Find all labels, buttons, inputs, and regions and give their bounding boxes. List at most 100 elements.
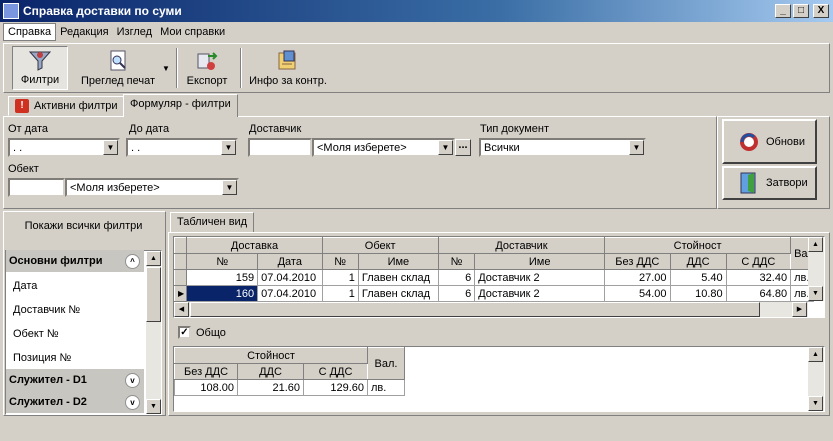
filter-group-employee-d2[interactable]: Служител - D2 v bbox=[6, 391, 144, 413]
scroll-down-icon[interactable]: ▼ bbox=[146, 399, 161, 414]
cell-gross[interactable]: 64.80 bbox=[725, 285, 792, 302]
column-header-gross[interactable]: С ДДС bbox=[725, 253, 792, 270]
totals-group-value: Стойност bbox=[174, 347, 369, 364]
minimize-button[interactable]: _ bbox=[775, 4, 791, 18]
tab-table-view[interactable]: Табличен вид bbox=[170, 212, 255, 233]
cell-object-no[interactable]: 1 bbox=[321, 269, 359, 286]
table-row[interactable]: ▶ 160 07.04.2010 1 Главен склад 6 Достав… bbox=[174, 285, 814, 302]
refresh-button[interactable]: Обнови bbox=[722, 119, 817, 164]
total-net: 108.00 bbox=[174, 379, 238, 396]
cell-object-name[interactable]: Главен склад bbox=[357, 269, 439, 286]
scroll-up-icon[interactable]: ▲ bbox=[146, 251, 161, 266]
close-button[interactable]: Затвори bbox=[722, 166, 817, 200]
cell-supplier-no[interactable]: 6 bbox=[437, 269, 476, 286]
object-select[interactable]: <Моля изберете> ▼ bbox=[65, 178, 239, 197]
chevron-down-icon[interactable]: v bbox=[125, 394, 140, 410]
cell-vat[interactable]: 5.40 bbox=[669, 269, 727, 286]
scroll-right-icon[interactable]: ▶ bbox=[792, 302, 807, 317]
column-header-delivery-no[interactable]: № bbox=[186, 253, 259, 270]
to-date-field[interactable]: . . ▼ bbox=[126, 138, 238, 157]
column-header-vat[interactable]: ДДС bbox=[669, 253, 727, 270]
column-header-net[interactable]: Без ДДС bbox=[604, 253, 671, 270]
title-bar: Справка доставки по суми _ □ X bbox=[0, 0, 833, 22]
object-number-input[interactable] bbox=[8, 178, 65, 197]
chevron-down-icon[interactable]: ▼ bbox=[221, 140, 236, 155]
export-button[interactable]: Експорт bbox=[182, 46, 232, 90]
column-header-object-no[interactable]: № bbox=[321, 253, 359, 270]
cell-net[interactable]: 54.00 bbox=[604, 285, 671, 302]
menu-view[interactable]: Изглед bbox=[113, 24, 156, 40]
maximize-button[interactable]: □ bbox=[793, 4, 809, 18]
control-info-button[interactable]: Инфо за контр. bbox=[246, 46, 330, 90]
menu-report[interactable]: Справка bbox=[3, 22, 57, 41]
cell-date[interactable]: 07.04.2010 bbox=[257, 269, 323, 286]
alert-icon: ! bbox=[15, 99, 29, 113]
row-indicator-current[interactable]: ▶ bbox=[174, 285, 188, 302]
data-grid-table: Доставка Обект Доставчик Стойност Вал. №… bbox=[174, 237, 814, 302]
toolbar-separator bbox=[240, 48, 242, 88]
scroll-up-icon[interactable]: ▲ bbox=[808, 237, 823, 252]
cell-object-no[interactable]: 1 bbox=[321, 285, 359, 302]
total-checkbox[interactable]: ✓ bbox=[178, 326, 191, 339]
cell-date[interactable]: 07.04.2010 bbox=[257, 285, 323, 302]
toolbar-separator bbox=[176, 48, 178, 88]
supplier-number-input[interactable] bbox=[248, 138, 312, 157]
chevron-down-icon[interactable]: ▼ bbox=[629, 140, 644, 155]
supplier-browse-button[interactable]: ... bbox=[455, 139, 471, 156]
row-indicator[interactable] bbox=[174, 269, 188, 286]
show-all-filters-link[interactable]: Покажи всички филтри bbox=[6, 220, 161, 232]
cell-supplier-name[interactable]: Доставчик 2 bbox=[474, 285, 606, 302]
refresh-label: Обнови bbox=[766, 135, 806, 148]
cell-delivery-no[interactable]: 159 bbox=[186, 269, 259, 286]
filter-group-d1-label: Служител - D1 bbox=[9, 374, 87, 386]
total-gross: 129.60 bbox=[302, 379, 369, 396]
exit-door-icon bbox=[740, 172, 756, 194]
totals-row: 108.00 21.60 129.60 лв. bbox=[174, 379, 406, 396]
close-window-button[interactable]: X bbox=[813, 4, 829, 18]
tab-form-filters[interactable]: Формуляр - филтри bbox=[123, 94, 238, 117]
grid-scroll-thumb[interactable] bbox=[190, 302, 760, 317]
filter-item-supplier[interactable]: Доставчик № bbox=[13, 304, 80, 316]
filter-item-date[interactable]: Дата bbox=[13, 280, 37, 292]
scroll-left-icon[interactable]: ◀ bbox=[174, 302, 189, 317]
cell-vat[interactable]: 10.80 bbox=[669, 285, 727, 302]
filter-item-object[interactable]: Обект № bbox=[13, 328, 59, 340]
column-header-object-name[interactable]: Име bbox=[357, 253, 439, 270]
chevron-up-icon[interactable]: ^ bbox=[125, 253, 140, 269]
filters-button[interactable]: Филтри bbox=[12, 46, 68, 90]
doctype-label: Тип документ bbox=[480, 123, 550, 135]
filter-item-position[interactable]: Позиция № bbox=[13, 352, 71, 364]
cell-gross[interactable]: 32.40 bbox=[725, 269, 792, 286]
control-info-icon bbox=[278, 50, 296, 70]
cell-supplier-name[interactable]: Доставчик 2 bbox=[474, 269, 606, 286]
filter-group-employee-d1[interactable]: Служител - D1 v bbox=[6, 369, 144, 391]
scroll-down-icon[interactable]: ▼ bbox=[808, 396, 823, 411]
column-header-supplier-no[interactable]: № bbox=[437, 253, 476, 270]
scroll-down-icon[interactable]: ▼ bbox=[808, 286, 823, 301]
supplier-select[interactable]: <Моля изберете> ▼ bbox=[312, 138, 455, 157]
cell-object-name[interactable]: Главен склад bbox=[357, 285, 439, 302]
tab-active-filters[interactable]: ! Активни филтри bbox=[8, 96, 125, 116]
filter-group-main[interactable]: Основни филтри ^ bbox=[6, 250, 144, 272]
chevron-down-icon[interactable]: ▼ bbox=[438, 140, 453, 155]
cell-supplier-no[interactable]: 6 bbox=[437, 285, 476, 302]
scroll-up-icon[interactable]: ▲ bbox=[808, 347, 823, 362]
chevron-down-icon[interactable]: ▼ bbox=[222, 180, 237, 195]
doctype-select[interactable]: Всички ▼ bbox=[479, 138, 646, 157]
print-preview-button[interactable]: Преглед печат bbox=[74, 46, 162, 90]
filter-scroll-thumb[interactable] bbox=[146, 267, 161, 322]
table-row[interactable]: 159 07.04.2010 1 Главен склад 6 Доставчи… bbox=[174, 269, 814, 286]
menu-my-reports[interactable]: Мои справки bbox=[156, 24, 229, 40]
filters-label: Филтри bbox=[20, 74, 60, 86]
column-header-supplier-name[interactable]: Име bbox=[474, 253, 606, 270]
group-header-delivery: Доставка bbox=[186, 237, 323, 254]
chevron-down-icon[interactable]: ▼ bbox=[103, 140, 118, 155]
supplier-value: <Моля изберете> bbox=[317, 141, 407, 154]
cell-delivery-no[interactable]: 160 bbox=[186, 285, 259, 302]
cell-net[interactable]: 27.00 bbox=[604, 269, 671, 286]
menu-edit[interactable]: Редакция bbox=[56, 24, 112, 40]
chevron-down-icon[interactable]: v bbox=[125, 372, 140, 388]
from-date-field[interactable]: . . ▼ bbox=[8, 138, 120, 157]
preview-dropdown-icon[interactable]: ▼ bbox=[162, 64, 170, 73]
column-header-date[interactable]: Дата bbox=[257, 253, 323, 270]
